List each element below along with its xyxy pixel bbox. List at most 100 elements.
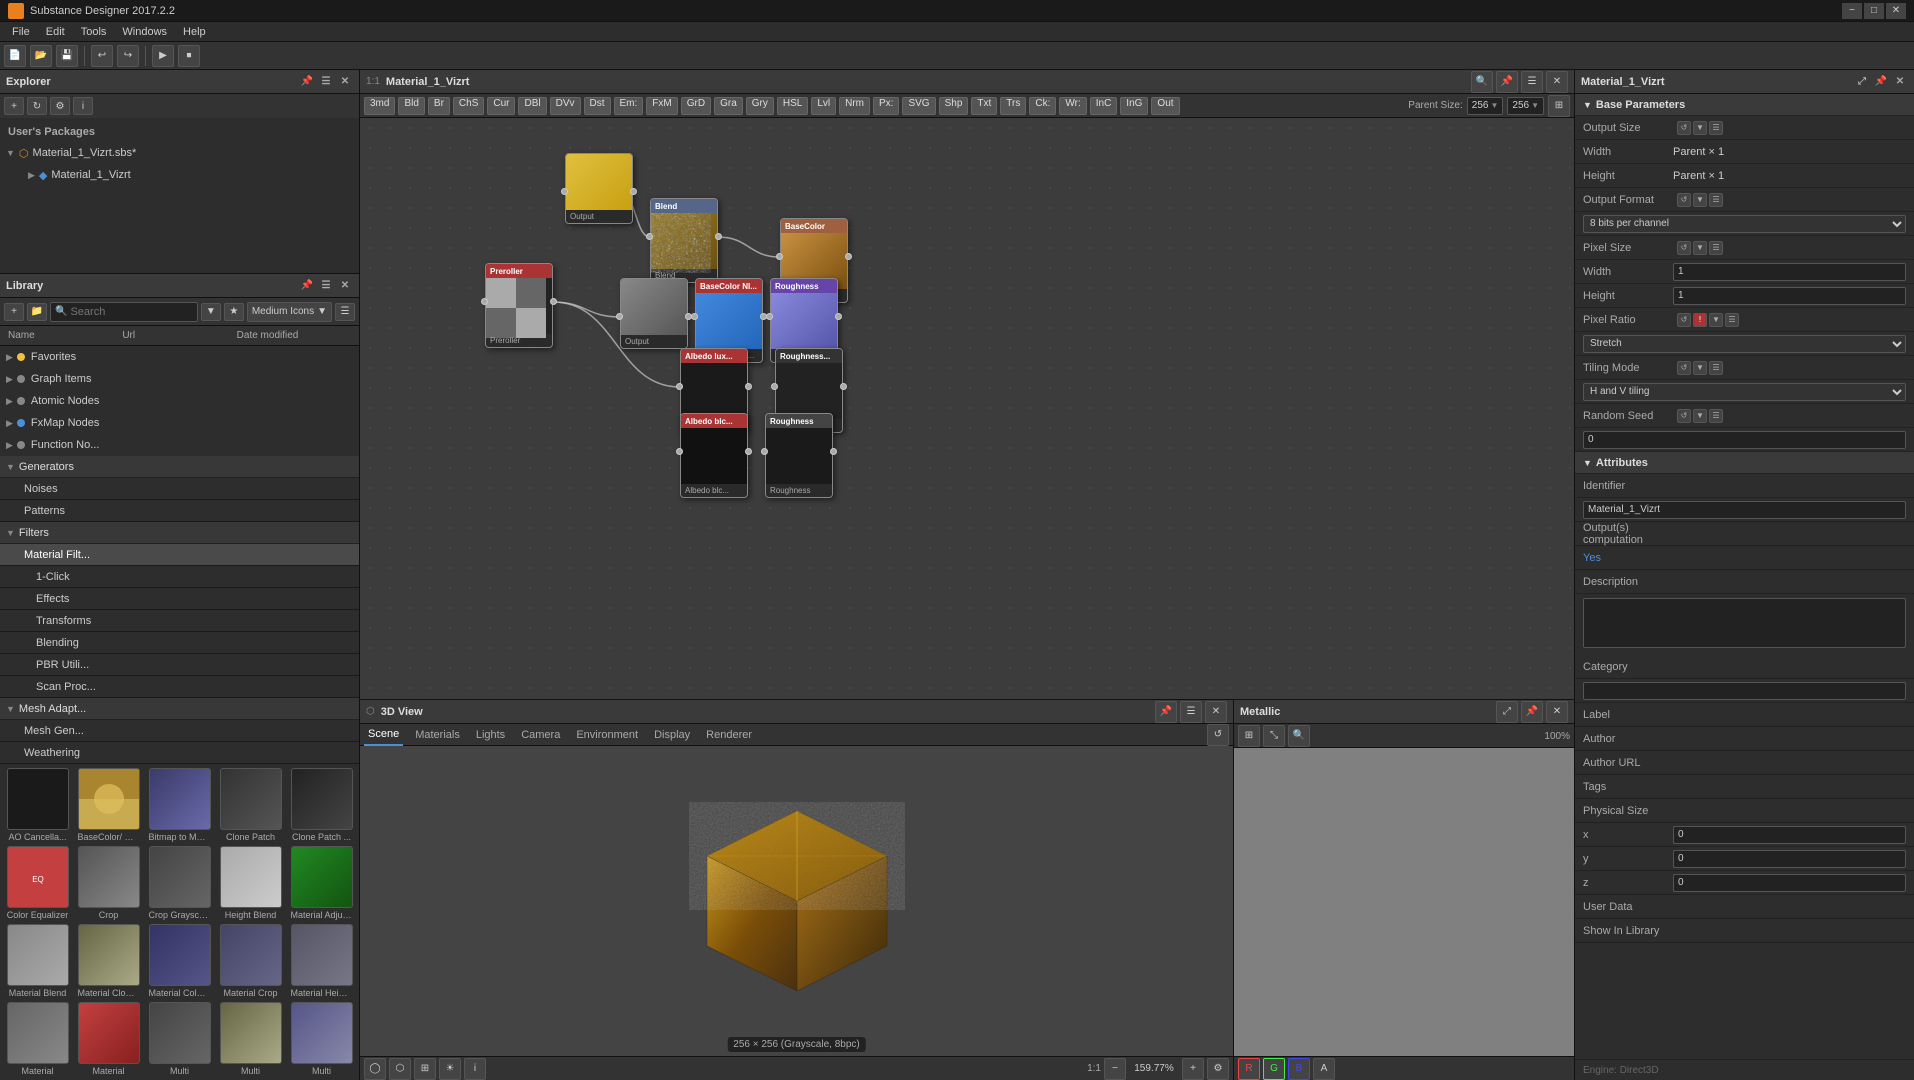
tab-scene[interactable]: Scene: [364, 724, 403, 746]
sidebar-item-material-filters[interactable]: Material Filt...: [0, 544, 359, 566]
view3d-pin-button[interactable]: 📌: [1155, 701, 1177, 723]
thumbnail-item[interactable]: BaseColor/ Metallic/...: [75, 768, 142, 842]
node-output-connector[interactable]: [715, 233, 722, 240]
metallic-g-button[interactable]: G: [1263, 1058, 1285, 1080]
physical-x-input[interactable]: [1673, 826, 1906, 844]
view3d-close-button[interactable]: ✕: [1205, 701, 1227, 723]
view3d-rotate-button[interactable]: ↺: [1207, 724, 1229, 746]
props-expand-icon[interactable]: ⤢: [1854, 74, 1870, 90]
node-type-hsl[interactable]: HSL: [777, 97, 808, 115]
graph-node[interactable]: Albedo blc...Albedo blc...: [680, 413, 748, 498]
sidebar-item-pbr[interactable]: PBR Utili...: [0, 654, 359, 676]
node-type-trs[interactable]: Trs: [1000, 97, 1026, 115]
sidebar-item-filters[interactable]: ▼ Filters: [0, 522, 359, 544]
sidebar-item-weathering[interactable]: Weathering: [0, 742, 359, 764]
node-type-3md[interactable]: 3md: [364, 97, 395, 115]
view-selector[interactable]: Medium Icons ▼: [247, 302, 332, 322]
node-type-inc[interactable]: InC: [1090, 97, 1118, 115]
tree-package-item[interactable]: ▼ ⬡ Material_1_Vizrt.sbs*: [0, 142, 359, 164]
explorer-menu-icon[interactable]: ☰: [318, 74, 334, 90]
physical-z-input[interactable]: [1673, 874, 1906, 892]
minimize-button[interactable]: −: [1842, 3, 1862, 19]
props-close-icon[interactable]: ✕: [1892, 74, 1908, 90]
node-type-px[interactable]: Px:: [873, 97, 899, 115]
node-type-chs[interactable]: ChS: [453, 97, 484, 115]
metallic-canvas[interactable]: [1234, 748, 1574, 1056]
save-button[interactable]: 💾: [56, 45, 78, 67]
node-input-connector[interactable]: [646, 233, 653, 240]
attributes-section[interactable]: ▼ Attributes: [1575, 452, 1914, 474]
stretch-select[interactable]: Stretch Square: [1583, 335, 1906, 353]
tiling-arrow-icon[interactable]: ▼: [1693, 361, 1707, 375]
sidebar-item-graph-items[interactable]: ▶ Graph Items: [0, 368, 359, 390]
menu-tools[interactable]: Tools: [73, 22, 115, 42]
zoom-in-button[interactable]: +: [1182, 1058, 1204, 1080]
physical-y-input[interactable]: [1673, 850, 1906, 868]
node-output-connector[interactable]: [835, 313, 842, 320]
metallic-zoom-button[interactable]: 🔍: [1288, 725, 1310, 747]
node-type-dst[interactable]: Dst: [584, 97, 611, 115]
lib-list-button[interactable]: ☰: [335, 303, 355, 321]
lib-star-button[interactable]: ★: [224, 303, 244, 321]
graph-node[interactable]: Output: [565, 153, 633, 224]
tab-lights[interactable]: Lights: [472, 724, 509, 746]
size-dropdown[interactable]: 256 ▼: [1507, 97, 1544, 115]
sidebar-item-generators[interactable]: ▼ Generators: [0, 456, 359, 478]
metallic-close-button[interactable]: ✕: [1546, 701, 1568, 723]
tab-environment[interactable]: Environment: [572, 724, 642, 746]
node-input-connector[interactable]: [776, 253, 783, 260]
graph-magnify-button[interactable]: 🔍: [1471, 71, 1493, 93]
node-input-connector[interactable]: [561, 188, 568, 195]
tiling-menu-icon[interactable]: ☰: [1709, 361, 1723, 375]
node-output-connector[interactable]: [845, 253, 852, 260]
node-type-lvl[interactable]: Lvl: [811, 97, 836, 115]
thumbnail-item[interactable]: Material Color ...: [146, 924, 213, 998]
node-type-br[interactable]: Br: [428, 97, 450, 115]
node-type-txt[interactable]: Txt: [971, 97, 997, 115]
pixel-ratio-menu-icon[interactable]: ☰: [1725, 313, 1739, 327]
undo-button[interactable]: ↩: [91, 45, 113, 67]
node-output-connector[interactable]: [745, 383, 752, 390]
metallic-fit-button[interactable]: ⤡: [1263, 725, 1285, 747]
node-output-connector[interactable]: [745, 448, 752, 455]
new-button[interactable]: 📄: [4, 45, 26, 67]
tab-camera[interactable]: Camera: [517, 724, 564, 746]
node-type-bld[interactable]: Bld: [398, 97, 424, 115]
tree-graph-item[interactable]: ▶ ◆ Material_1_Vizrt: [0, 164, 359, 186]
graph-canvas[interactable]: OutputBlendBlendBaseColorBaseColorPrerol…: [360, 118, 1574, 699]
metallic-a-button[interactable]: A: [1313, 1058, 1335, 1080]
node-type-dbl[interactable]: DBl: [518, 97, 546, 115]
menu-file[interactable]: File: [4, 22, 38, 42]
thumbnail-item[interactable]: Crop Grayscale: [146, 846, 213, 920]
pixel-ratio-red-icon[interactable]: !: [1693, 313, 1707, 327]
sidebar-item-mesh-adapt[interactable]: ▼ Mesh Adapt...: [0, 698, 359, 720]
graph-node[interactable]: BlendBlend: [650, 198, 718, 283]
sidebar-item-patterns[interactable]: Patterns: [0, 500, 359, 522]
node-input-connector[interactable]: [481, 298, 488, 305]
close-button[interactable]: ✕: [1886, 3, 1906, 19]
node-input-connector[interactable]: [766, 313, 773, 320]
thumbnail-item[interactable]: Clone Patch: [217, 768, 284, 842]
seed-input[interactable]: [1583, 431, 1906, 449]
view3d-grid-button[interactable]: ⊞: [414, 1058, 436, 1080]
sidebar-item-fxmap[interactable]: ▶ FxMap Nodes: [0, 412, 359, 434]
output-format-menu-icon[interactable]: ☰: [1709, 193, 1723, 207]
output-size-arrow-icon[interactable]: ▼: [1693, 121, 1707, 135]
node-input-connector[interactable]: [676, 448, 683, 455]
exp-refresh-button[interactable]: ↻: [27, 97, 47, 115]
redo-button[interactable]: ↪: [117, 45, 139, 67]
node-type-gry[interactable]: Gry: [746, 97, 774, 115]
graph-node[interactable]: PrerollerPreroller: [485, 263, 553, 348]
format-select[interactable]: 8 bits per channel 16 bits per channel 3…: [1583, 215, 1906, 233]
graph-pin-button[interactable]: 📌: [1496, 71, 1518, 93]
node-type-grd[interactable]: GrD: [681, 97, 711, 115]
tab-materials[interactable]: Materials: [411, 724, 464, 746]
play-button[interactable]: ▶: [152, 45, 174, 67]
lib-add-button[interactable]: +: [4, 303, 24, 321]
view3d-light-button[interactable]: ☀: [439, 1058, 461, 1080]
thumbnail-item[interactable]: Bitmap to Materia...: [146, 768, 213, 842]
sidebar-item-effects[interactable]: Effects: [0, 588, 359, 610]
exp-settings-button[interactable]: ⚙: [50, 97, 70, 115]
menu-edit[interactable]: Edit: [38, 22, 73, 42]
menu-windows[interactable]: Windows: [114, 22, 175, 42]
